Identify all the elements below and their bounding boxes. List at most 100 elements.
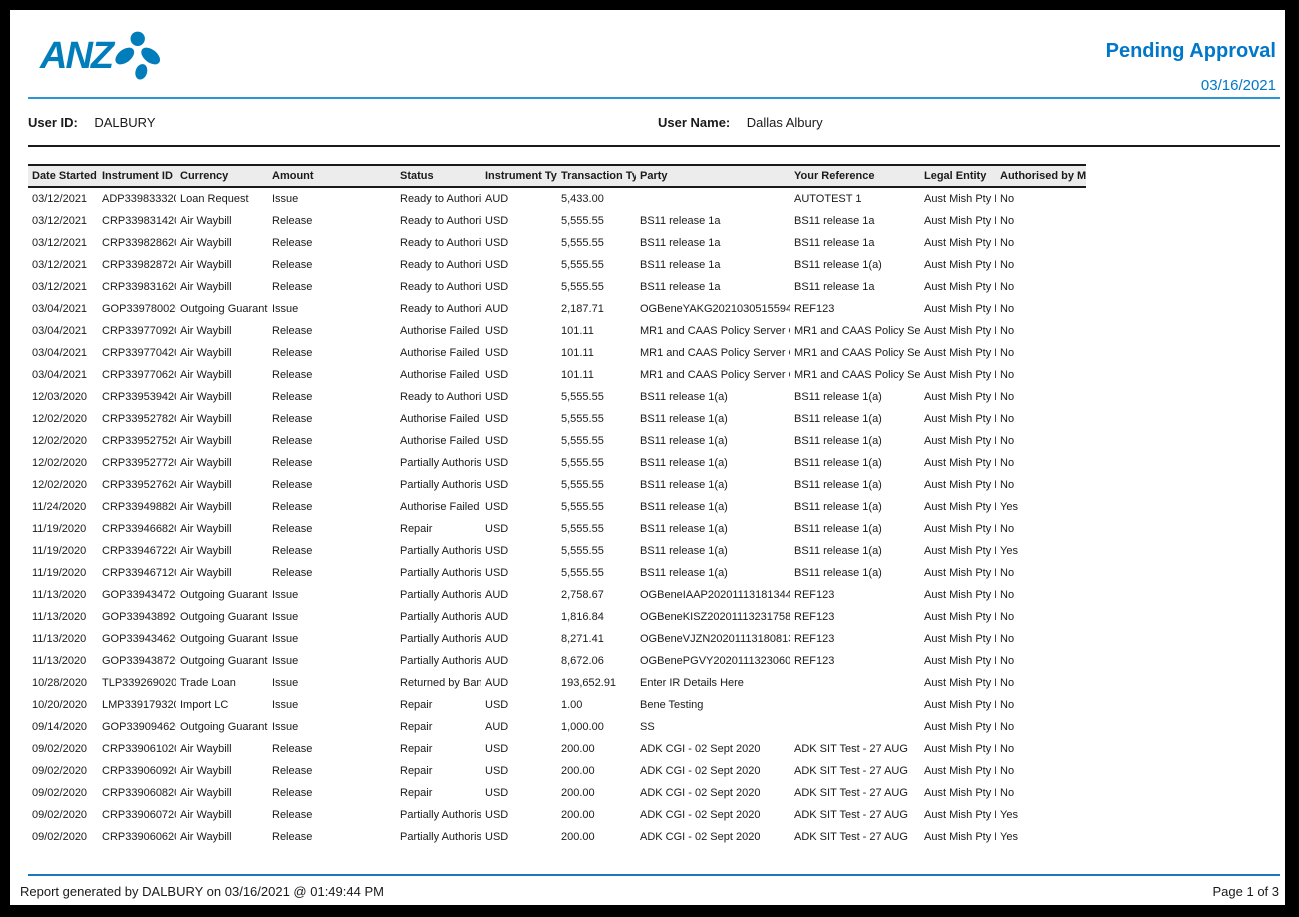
table-cell: Authorise Failed: [396, 342, 481, 364]
table-cell: Partially Authorised: [396, 650, 481, 672]
table-cell: No: [996, 716, 1086, 738]
table-cell: CRP33952772092: [98, 452, 176, 474]
table-cell: MR1 and CAAS Policy Server Cha: [790, 364, 920, 386]
table-cell: REF123: [790, 298, 920, 320]
table-cell: USD: [481, 562, 557, 584]
table-cell: Bene Testing: [636, 694, 790, 716]
table-cell: Release: [268, 408, 396, 430]
table-cell: Air Waybill: [176, 364, 268, 386]
table-cell: USD: [481, 430, 557, 452]
table-cell: AUD: [481, 606, 557, 628]
table-row: 11/19/2020CRP33946682092Air WaybillRelea…: [28, 518, 1086, 540]
table-cell: 200.00: [557, 738, 636, 760]
table-cell: Air Waybill: [176, 518, 268, 540]
table-cell: Aust Mish Pty Ltd: [920, 738, 996, 760]
table-cell: Aust Mish Pty Ltd: [920, 232, 996, 254]
table-cell: Ready to Authorise: [396, 187, 481, 210]
table-cell: No: [996, 782, 1086, 804]
table-cell: Aust Mish Pty Ltd: [920, 518, 996, 540]
table-cell: ADK SIT Test - 27 AUG: [790, 804, 920, 826]
table-cell: Aust Mish Pty Ltd: [920, 187, 996, 210]
table-cell: Ready to Authorise: [396, 210, 481, 232]
table-cell: Release: [268, 760, 396, 782]
report-generated-text: Report generated by DALBURY on 03/16/202…: [20, 884, 384, 899]
table-cell: ADP33983332092: [98, 187, 176, 210]
table-cell: [790, 716, 920, 738]
table-cell: Release: [268, 738, 396, 760]
table-row: 11/19/2020CRP33946722092Air WaybillRelea…: [28, 540, 1086, 562]
table-cell: Air Waybill: [176, 826, 268, 848]
table-cell: BS11 release 1(a): [636, 562, 790, 584]
table-cell: GOP33978002092: [98, 298, 176, 320]
table-cell: BS11 release 1(a): [790, 562, 920, 584]
table-row: 11/13/2020GOP33943462092Outgoing Guarant…: [28, 628, 1086, 650]
table-cell: Release: [268, 826, 396, 848]
table-cell: Air Waybill: [176, 738, 268, 760]
table-cell: Release: [268, 804, 396, 826]
table-cell: BS11 release 1(a): [790, 254, 920, 276]
table-cell: Aust Mish Pty Ltd: [920, 452, 996, 474]
table-cell: Release: [268, 276, 396, 298]
table-cell: No: [996, 738, 1086, 760]
table-cell: CRP33906062092: [98, 826, 176, 848]
table-cell: Outgoing Guarantee: [176, 584, 268, 606]
column-header: Transaction Type: [557, 165, 636, 187]
table-cell: Aust Mish Pty Ltd: [920, 408, 996, 430]
table-cell: [790, 672, 920, 694]
table-cell: No: [996, 562, 1086, 584]
table-cell: BS11 release 1(a): [636, 496, 790, 518]
table-row: 09/02/2020CRP33906092092Air WaybillRelea…: [28, 760, 1086, 782]
table-cell: Aust Mish Pty Ltd: [920, 694, 996, 716]
table-cell: Aust Mish Pty Ltd: [920, 276, 996, 298]
table-cell: CRP33906082092: [98, 782, 176, 804]
table-cell: AUD: [481, 628, 557, 650]
table-cell: USD: [481, 276, 557, 298]
column-header: Instrument ID: [98, 165, 176, 187]
table-cell: CRP33977042092: [98, 342, 176, 364]
table-cell: No: [996, 650, 1086, 672]
table-cell: Aust Mish Pty Ltd: [920, 650, 996, 672]
table-cell: No: [996, 430, 1086, 452]
table-row: 03/12/2021CRP33983162092Air WaybillRelea…: [28, 276, 1086, 298]
table-row: 03/04/2021GOP33978002092Outgoing Guarant…: [28, 298, 1086, 320]
table-cell: USD: [481, 386, 557, 408]
table-cell: CRP33977062092: [98, 364, 176, 386]
table-cell: BS11 release 1a: [636, 276, 790, 298]
table-cell: USD: [481, 826, 557, 848]
table-cell: 5,555.55: [557, 474, 636, 496]
table-cell: 5,555.55: [557, 562, 636, 584]
table-cell: Ready to Authorise: [396, 298, 481, 320]
user-info-divider: [28, 145, 1280, 147]
table-cell: Release: [268, 342, 396, 364]
table-cell: REF123: [790, 628, 920, 650]
table-row: 09/02/2020CRP33906072092Air WaybillRelea…: [28, 804, 1086, 826]
table-cell: Issue: [268, 716, 396, 738]
table-cell: Outgoing Guarantee: [176, 628, 268, 650]
table-cell: 5,555.55: [557, 276, 636, 298]
table-cell: CRP33952762092: [98, 474, 176, 496]
table-cell: 12/02/2020: [28, 430, 98, 452]
table-row: 10/20/2020LMP33917932092Import LCIssueRe…: [28, 694, 1086, 716]
table-cell: Aust Mish Pty Ltd: [920, 254, 996, 276]
table-cell: REF123: [790, 650, 920, 672]
table-cell: USD: [481, 320, 557, 342]
table-cell: CRP33906092092: [98, 760, 176, 782]
table-cell: USD: [481, 452, 557, 474]
table-cell: ADK SIT Test - 27 AUG: [790, 738, 920, 760]
table-cell: Release: [268, 474, 396, 496]
table-cell: BS11 release 1(a): [636, 452, 790, 474]
table-cell: Air Waybill: [176, 320, 268, 342]
table-cell: BS11 release 1(a): [790, 518, 920, 540]
table-cell: OGBeneKISZ20201113231758: [636, 606, 790, 628]
table-cell: Repair: [396, 760, 481, 782]
table-cell: ADK CGI - 02 Sept 2020: [636, 782, 790, 804]
table-cell: CRP33982862092: [98, 232, 176, 254]
table-cell: USD: [481, 540, 557, 562]
table-cell: No: [996, 232, 1086, 254]
table-row: 09/02/2020CRP33906082092Air WaybillRelea…: [28, 782, 1086, 804]
table-cell: USD: [481, 782, 557, 804]
table-cell: Yes: [996, 826, 1086, 848]
table-cell: 200.00: [557, 782, 636, 804]
table-cell: BS11 release 1a: [636, 254, 790, 276]
table-cell: AUD: [481, 650, 557, 672]
